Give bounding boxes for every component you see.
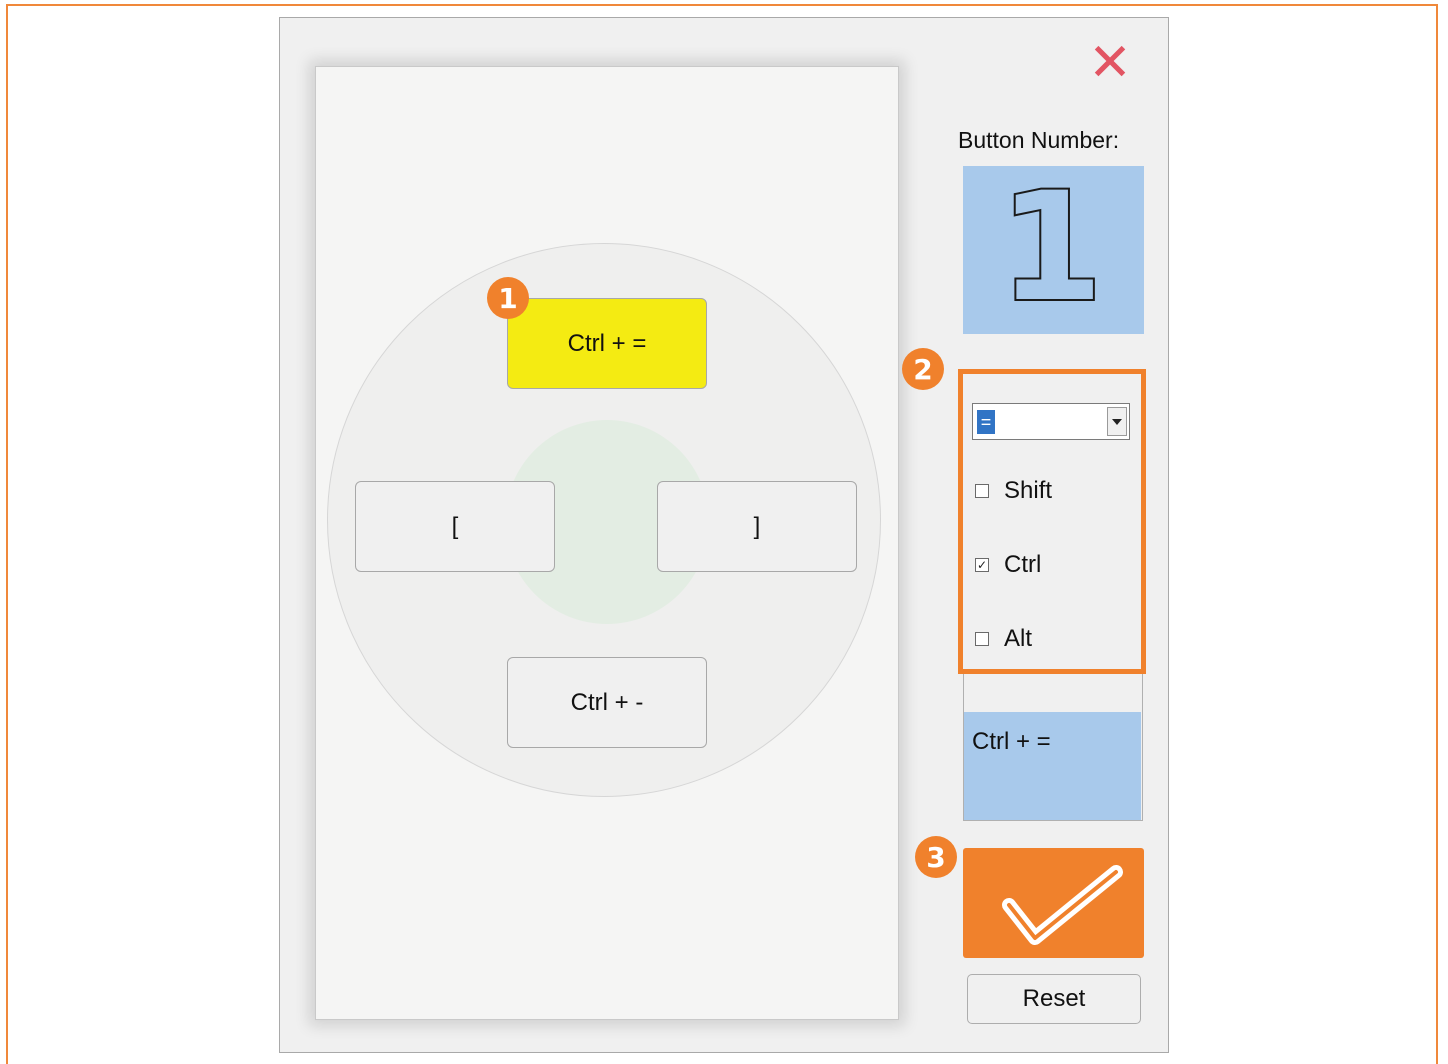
button-number-display: 1 <box>963 166 1144 334</box>
modifier-alt-checkbox[interactable] <box>975 632 989 646</box>
key-bottom-button[interactable]: Ctrl + - <box>507 657 707 748</box>
close-icon[interactable]: ✕ <box>1087 37 1133 89</box>
modifier-shift-checkbox[interactable] <box>975 484 989 498</box>
chevron-down-icon[interactable] <box>1107 407 1127 436</box>
reset-button-label: Reset <box>1022 985 1086 1012</box>
button-number-digit: 1 <box>997 166 1105 334</box>
modifier-ctrl-label: Ctrl <box>1004 551 1042 578</box>
shortcut-result-text: Ctrl + = <box>964 712 1141 820</box>
key-select-value: = <box>977 410 995 434</box>
key-left-button[interactable]: [ <box>355 481 555 572</box>
button-number-label: Button Number: <box>958 127 1120 153</box>
modifier-alt-label: Alt <box>1004 625 1033 652</box>
key-top-button[interactable]: Ctrl + = <box>507 298 707 389</box>
modifier-shift-row[interactable]: Shift <box>975 476 1052 506</box>
modifier-alt-row[interactable]: Alt <box>975 624 1032 654</box>
step-badge-3: 3 <box>915 836 957 878</box>
key-bottom-label: Ctrl + - <box>570 688 644 716</box>
step-badge-2: 2 <box>902 348 944 390</box>
checkmark-icon <box>1002 865 1123 945</box>
step-badge-1: 1 <box>487 277 529 319</box>
svg-text:1: 1 <box>999 166 1103 334</box>
modifier-ctrl-checkbox[interactable]: ✓ <box>975 558 989 572</box>
key-left-label: [ <box>451 512 459 540</box>
confirm-button[interactable] <box>963 848 1144 958</box>
key-top-label: Ctrl + = <box>567 329 647 357</box>
reset-button[interactable]: Reset <box>967 974 1141 1024</box>
key-select-dropdown[interactable]: = <box>972 403 1130 440</box>
modifier-shift-label: Shift <box>1004 477 1053 504</box>
key-right-button[interactable]: ] <box>657 481 857 572</box>
modifier-ctrl-row[interactable]: ✓ Ctrl <box>975 550 1041 580</box>
key-right-label: ] <box>753 512 761 540</box>
